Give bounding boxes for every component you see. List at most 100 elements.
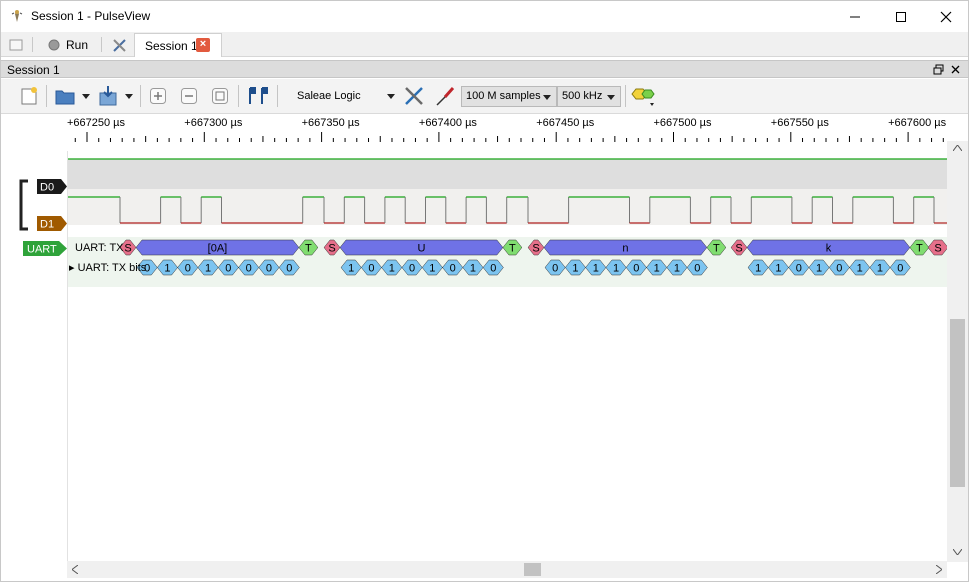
maximize-button[interactable] [878, 1, 924, 32]
uart-start-bit-label: S [124, 243, 131, 255]
uart-data-bit-label: 0 [368, 263, 374, 275]
float-dock-icon[interactable] [933, 64, 944, 75]
channel-tag-uart[interactable]: UART [23, 241, 67, 256]
uart-start-bit-label: S [934, 243, 941, 255]
channel-header-column: D0 D1 UART [1, 151, 67, 562]
zoom-fit-button[interactable] [208, 84, 232, 108]
sample-count-select[interactable]: 100 M samples [461, 86, 557, 107]
tools-icon [405, 87, 423, 105]
chevron-down-icon [125, 93, 133, 99]
uart-data-bit-label: 0 [450, 263, 456, 275]
sample-count-value: 100 M samples [466, 90, 541, 102]
device-name: Saleae Logic [297, 90, 361, 102]
scroll-up-icon[interactable] [953, 145, 962, 151]
ruler-label: +667600 µs [888, 117, 947, 129]
uart-data-bit-label: 1 [389, 263, 395, 275]
minimize-button[interactable] [832, 1, 878, 32]
uart-data-bit-label: 1 [572, 263, 578, 275]
uart-data-bit-label: 1 [164, 263, 170, 275]
uart-data-bit-label: 0 [490, 263, 496, 275]
uart-data-bit-label: 1 [613, 263, 619, 275]
uart-stop-bit-label: T [916, 243, 923, 255]
save-button[interactable] [96, 84, 120, 108]
horizontal-scrollbar[interactable] [67, 561, 947, 578]
uart-data-bit-label: 0 [266, 263, 272, 275]
uart-data-bit-label: 1 [857, 263, 863, 275]
ruler-label: +667350 µs [302, 117, 361, 129]
dock-title: Session 1 [7, 63, 60, 77]
uart-data-bit-label: 0 [286, 263, 292, 275]
folder-open-icon [55, 90, 75, 105]
uart-data-frame-label: k [826, 243, 832, 255]
new-session-icon [9, 39, 23, 50]
expand-row-icon[interactable]: ▸ [69, 262, 75, 274]
vertical-scrollbar[interactable] [947, 141, 968, 562]
scroll-down-icon[interactable] [953, 549, 962, 555]
settings-button[interactable] [111, 32, 129, 57]
uart-data-bit-label: 1 [775, 263, 781, 275]
uart-data-frame-label: U [417, 243, 425, 255]
cursors-button[interactable] [244, 84, 270, 108]
ruler-label: +667450 µs [536, 117, 595, 129]
close-tab-icon[interactable]: × [196, 38, 210, 52]
tools-icon [113, 38, 126, 52]
device-selector[interactable]: Saleae Logic [297, 84, 401, 108]
open-button[interactable] [53, 84, 77, 108]
time-ruler[interactable]: +667250 µs +667300 µs +667350 µs +667400 µs… [67, 114, 947, 144]
uart-data-bit-label: 0 [897, 263, 903, 275]
trace-canvas: S [0A] T 0 1 0 1 0 0 0 0 S U T 1 0 1 0 1 0 1 0 S n T 0 1 1 1 0 1 1 0 S k T 1… [68, 158, 949, 287]
trace-view[interactable]: S [0A] T 0 1 0 1 0 0 0 0 S U T 1 0 1 0 1 0 1 0 Sn T 0 1 1 1 0 1 1 0 Sk T 1… [67, 151, 949, 562]
new-view-button[interactable] [17, 84, 41, 108]
uart-start-bit-label: S [735, 243, 742, 255]
save-menu-arrow[interactable] [123, 84, 135, 108]
ruler-label: +667500 µs [654, 117, 713, 129]
main-toolbar: Run Session 1 × [1, 32, 968, 57]
zoom-in-button[interactable] [146, 84, 170, 108]
add-decoder-button[interactable] [629, 84, 657, 108]
device-config-button[interactable] [401, 84, 427, 108]
channel-tag-d0[interactable]: D0 [37, 179, 67, 194]
title-bar: Session 1 - PulseView [1, 1, 968, 32]
d1-background [68, 189, 948, 225]
save-icon [99, 86, 117, 106]
scroll-right-icon[interactable] [936, 565, 942, 574]
uart-stop-bit-label: T [305, 243, 312, 255]
close-button[interactable] [923, 1, 968, 32]
uart-data-bit-label: 1 [429, 263, 435, 275]
zoom-in-icon [150, 88, 166, 104]
chevron-down-icon [543, 95, 551, 100]
horizontal-scroll-thumb[interactable] [524, 563, 541, 576]
sample-rate-select[interactable]: 500 kHz [557, 86, 621, 107]
decoder-icon [631, 88, 655, 106]
scroll-left-icon[interactable] [72, 565, 78, 574]
close-dock-icon[interactable] [950, 64, 961, 75]
chevron-down-icon [607, 95, 615, 100]
run-button[interactable]: Run [47, 32, 88, 57]
channel-tag-d1[interactable]: D1 [37, 216, 67, 231]
tab-session-1[interactable]: Session 1 × [134, 33, 222, 57]
uart-data-bit-label: 0 [552, 263, 558, 275]
uart-tx-bits-row-label[interactable]: ▸ UART: TX bits [69, 261, 146, 274]
zoom-out-button[interactable] [177, 84, 201, 108]
uart-data-bit-label: 1 [470, 263, 476, 275]
zoom-fit-icon [212, 88, 228, 104]
ruler-label: +667400 µs [419, 117, 478, 129]
open-menu-arrow[interactable] [80, 84, 92, 108]
new-session-button[interactable] [8, 32, 24, 57]
close-icon [940, 11, 952, 22]
d0-background [68, 159, 948, 189]
chevron-down-icon [82, 93, 90, 99]
pulseview-window: Session 1 - PulseView Run Session 1 × Se… [0, 0, 969, 582]
uart-data-bit-label: 0 [796, 263, 802, 275]
zoom-out-icon [181, 88, 197, 104]
probe-config-button[interactable] [432, 84, 458, 108]
vertical-scroll-thumb[interactable] [950, 319, 965, 487]
uart-start-bit-label: S [532, 243, 539, 255]
uart-data-bit-label: 1 [755, 263, 761, 275]
sample-rate-value: 500 kHz [562, 90, 603, 102]
uart-data-bit-label: 1 [348, 263, 354, 275]
uart-stop-bit-label: T [509, 243, 516, 255]
ruler-ticks: +667250 µs +667300 µs +667350 µs +667400 µs… [67, 117, 947, 142]
uart-data-bit-label: 0 [836, 263, 842, 275]
uart-stop-bit-label: T [713, 243, 720, 255]
